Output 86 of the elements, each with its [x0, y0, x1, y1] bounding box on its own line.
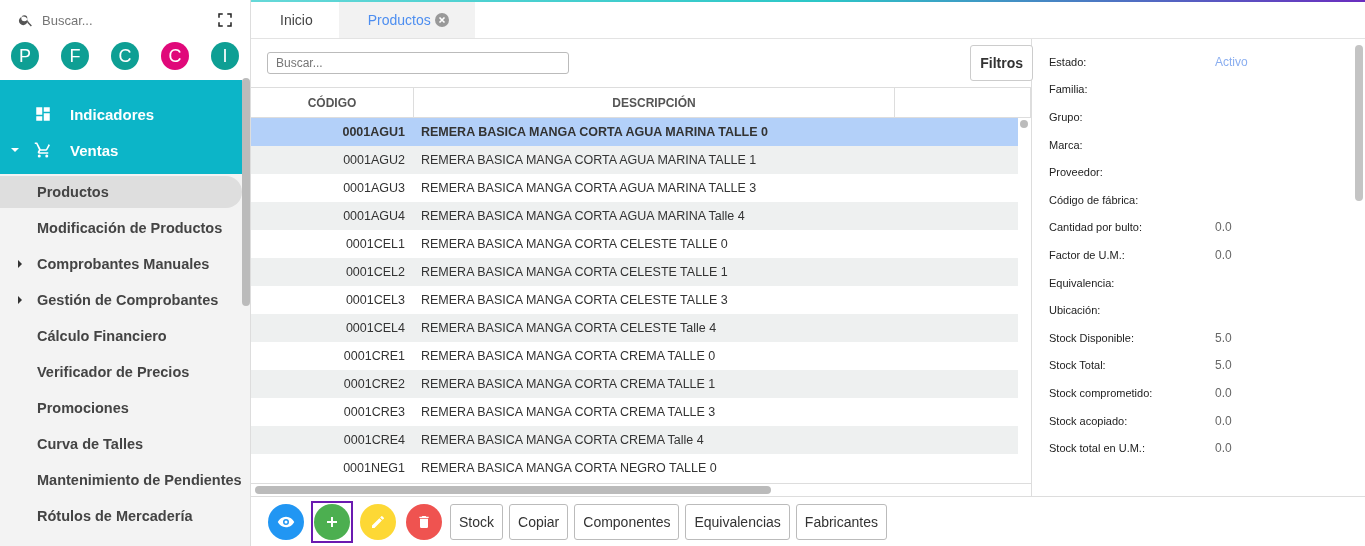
detail-label: Stock Disponible: — [1049, 331, 1135, 344]
table-cell-text: 0001CEL1 — [344, 237, 406, 251]
detail-label: Stock total en U.M.: — [1049, 442, 1146, 455]
fullscreen-icon[interactable] — [216, 11, 234, 29]
table-cell-text: 0001CRE3 — [342, 405, 406, 419]
detail-value: 0.0 — [1215, 247, 1232, 262]
menu-item[interactable]: Productos — [0, 176, 242, 208]
detail-label: Stock comprometido: — [1049, 386, 1154, 399]
toolbar-button[interactable]: Componentes — [574, 503, 680, 540]
table-cell-text: REMERA BASICA MANGA CORTA CELESTE TALLE 0 — [420, 237, 729, 251]
detail-label: Marca: — [1049, 138, 1084, 151]
toolbar-button[interactable]: Fabricantes — [795, 503, 887, 540]
detail-value: 0.0 — [1215, 220, 1232, 235]
edit-button[interactable] — [360, 503, 396, 540]
column-header[interactable]: DESCRIPCIÓN — [414, 88, 895, 117]
table-cell-text: REMERA BASICA MANGA CORTA AGUA MARINA Talle 4 — [420, 209, 746, 223]
detail-label: Ubicación: — [1049, 304, 1102, 317]
table-cell-text: 0001CEL4 — [344, 321, 406, 335]
table-cell-text: 0001CEL3 — [344, 293, 406, 307]
table-cell-text: 0001CEL2 — [344, 265, 406, 279]
table-cell-text: REMERA BASICA MANGA CORTA CREMA TALLE 3 — [420, 405, 717, 419]
menu-item[interactable]: Curva de Talles — [0, 428, 242, 460]
table-cell-text: REMERA BASICA MANGA CORTA AGUA MARINA TALLE 3 — [420, 181, 758, 195]
table-cell-text: REMERA BASICA MANGA CORTA CREMA Talle 4 — [420, 433, 705, 447]
close-icon[interactable] — [434, 12, 449, 27]
filters-button[interactable]: Filtros — [970, 45, 1033, 81]
detail-label: Proveedor: — [1049, 166, 1104, 179]
toolbar-button[interactable]: Equivalencias — [685, 503, 790, 540]
pencil-icon — [370, 513, 386, 530]
toolbar-button[interactable]: Stock — [450, 503, 503, 540]
table-cell-text: REMERA BASICA MANGA CORTA CELESTE TALLE 1 — [420, 265, 729, 279]
detail-label: Cantidad por bulto: — [1049, 221, 1143, 234]
search-field[interactable]: Buscar... — [267, 52, 569, 74]
plus-icon — [325, 514, 339, 529]
table-cell-text: REMERA BASICA MANGA CORTA CREMA TALLE 1 — [420, 377, 717, 391]
table-cell-text: REMERA BASICA MANGA CORTA NEGRO TALLE 0 — [420, 461, 718, 475]
table-cell-text: 0001NEG1 — [342, 461, 406, 475]
table-cell-text: 0001CRE2 — [342, 377, 406, 391]
detail-label: Equivalencia: — [1049, 276, 1116, 289]
tab[interactable]: Inicio — [251, 1, 339, 38]
table-cell-text: REMERA BASICA MANGA CORTA AGUA MARINA TALLE 1 — [420, 153, 758, 167]
toolbar-button[interactable]: Copiar — [509, 503, 569, 540]
menu-item[interactable]: Rótulos de Mercadería — [0, 500, 242, 532]
table-cell-text: 0001CRE4 — [342, 433, 406, 447]
table-cell-text: REMERA BASICA MANGA CORTA CELESTE TALLE 3 — [420, 293, 729, 307]
dashboard-icon — [34, 105, 52, 123]
trash-icon — [416, 513, 432, 530]
cart-icon — [34, 141, 52, 159]
detail-label: Familia: — [1049, 83, 1089, 96]
detail-value: 5.0 — [1215, 358, 1232, 373]
table-cell-text: 0001AGU2 — [342, 153, 406, 167]
search-icon — [18, 12, 34, 28]
table-cell-text: 0001AGU3 — [342, 181, 406, 195]
scrollbar-thumb[interactable] — [1355, 45, 1363, 201]
menu-item[interactable]: Gestión de Comprobantes — [0, 284, 242, 316]
detail-label: Estado: — [1049, 55, 1088, 68]
menu-item[interactable]: Comprobantes Manuales — [0, 248, 242, 280]
detail-label: Grupo: — [1049, 111, 1084, 123]
detail-value: 5.0 — [1215, 330, 1232, 345]
table-cell-text: REMERA BASICA MANGA CORTA AGUA MARINA TALLE 0 — [420, 125, 769, 139]
add-button[interactable] — [314, 503, 350, 540]
detail-label: Stock Total: — [1049, 359, 1107, 372]
detail-label: Factor de U.M.: — [1049, 248, 1126, 261]
scrollbar-thumb[interactable] — [255, 486, 771, 494]
detail-label: Stock acopiado: — [1049, 414, 1129, 427]
table-cell-text: 0001CRE1 — [342, 349, 406, 363]
menu-item[interactable]: Modificación de Productos — [0, 212, 242, 244]
menu-item[interactable]: Verificador de Precios — [0, 356, 242, 388]
table-cell-text: REMERA BASICA MANGA CORTA CELESTE Talle 4 — [420, 321, 718, 335]
detail-value: 0.0 — [1215, 385, 1232, 400]
scrollbar-thumb[interactable] — [1020, 120, 1028, 128]
column-header[interactable]: CÓDIGO — [251, 88, 414, 117]
detail-label: Código de fábrica: — [1049, 193, 1140, 206]
menu-item[interactable]: Cálculo Financiero — [0, 320, 242, 352]
detail-value: 0.0 — [1215, 441, 1232, 456]
menu-item[interactable]: Promociones — [0, 392, 242, 424]
table-cell-text: REMERA BASICA MANGA CORTA CREMA TALLE 0 — [420, 349, 717, 363]
detail-value: 0.0 — [1215, 413, 1232, 428]
view-button[interactable] — [268, 503, 304, 540]
detail-value: Activo — [1215, 54, 1248, 69]
delete-button[interactable] — [406, 503, 442, 540]
table-cell-text: 0001AGU1 — [341, 125, 406, 139]
menu-item[interactable]: Mantenimiento de Pendientes — [0, 464, 242, 496]
shortcut-avatar[interactable]: C — [161, 42, 189, 70]
table-cell-text: 0001AGU4 — [342, 209, 406, 223]
scrollbar-thumb[interactable] — [242, 78, 250, 306]
